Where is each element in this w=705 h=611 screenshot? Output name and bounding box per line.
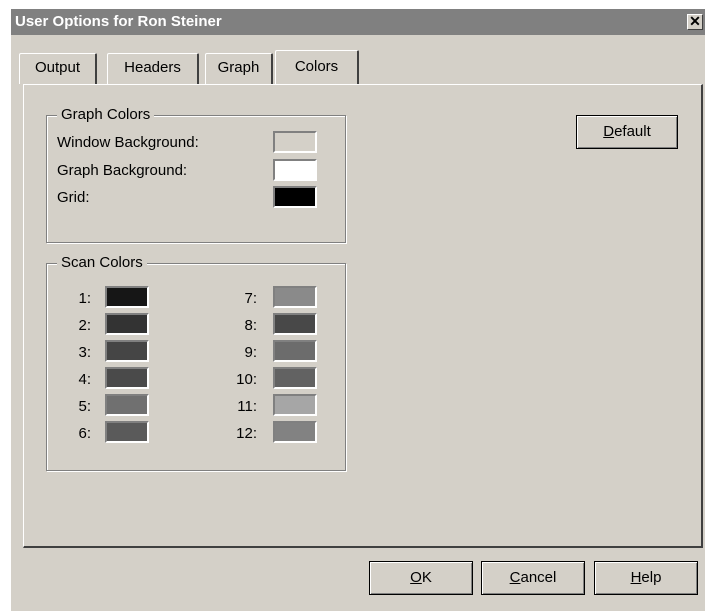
help-button[interactable]: Help [594, 561, 698, 595]
help-hotkey: H [630, 569, 642, 586]
title-bar[interactable]: User Options for Ron Steiner [11, 9, 705, 35]
window-background-label: Window Background: [57, 134, 199, 151]
scan-color-7-swatch[interactable] [273, 286, 317, 308]
cancel-button[interactable]: Cancel [481, 561, 585, 595]
graph-background-label: Graph Background: [57, 162, 188, 179]
tab-colors[interactable]: Colors [275, 50, 359, 84]
default-hotkey: D [603, 123, 615, 140]
default-label-rest: efault [614, 123, 651, 140]
window-title: User Options for Ron Steiner [15, 13, 222, 30]
tab-headers[interactable]: Headers [107, 53, 199, 84]
scan-color-10-swatch[interactable] [273, 367, 317, 389]
window-background-swatch[interactable] [273, 131, 317, 153]
cancel-hotkey: C [509, 569, 521, 586]
scan-color-9-swatch[interactable] [273, 340, 317, 362]
grid-swatch[interactable] [273, 186, 317, 208]
ok-button[interactable]: OK [369, 561, 473, 595]
grid-label: Grid: [57, 189, 90, 206]
tab-label: Graph [217, 59, 260, 76]
ok-hotkey: O [410, 569, 422, 586]
scan-color-2-label: 2: [78, 317, 91, 334]
scan-color-1-swatch[interactable] [105, 286, 149, 308]
scan-color-4-swatch[interactable] [105, 367, 149, 389]
tab-label: Output [34, 59, 81, 76]
scan-color-12-label: 12: [236, 425, 257, 442]
help-label-rest: elp [641, 569, 662, 586]
tab-label: Colors [294, 58, 339, 75]
scan-colors-legend: Scan Colors [57, 254, 147, 272]
colors-panel: Graph Colors Window Background: Graph Ba… [23, 84, 703, 548]
scan-color-6-swatch[interactable] [105, 421, 149, 443]
user-options-dialog: User Options for Ron Steiner ✕ Output He… [10, 8, 705, 611]
scan-color-7-label: 7: [244, 290, 257, 307]
scan-color-3-swatch[interactable] [105, 340, 149, 362]
scan-color-9-label: 9: [244, 344, 257, 361]
scan-color-12-swatch[interactable] [273, 421, 317, 443]
scan-color-3-label: 3: [78, 344, 91, 361]
scan-color-2-swatch[interactable] [105, 313, 149, 335]
tab-graph[interactable]: Graph [205, 53, 273, 84]
graph-colors-legend: Graph Colors [57, 106, 155, 124]
scan-color-6-label: 6: [78, 425, 91, 442]
graph-background-swatch[interactable] [273, 159, 317, 181]
tab-output[interactable]: Output [19, 53, 97, 84]
scan-color-11-label: 11: [237, 398, 257, 415]
graph-colors-group: Graph Colors Window Background: Graph Ba… [46, 106, 346, 243]
default-button[interactable]: Default [576, 115, 678, 149]
scan-color-10-label: 10: [236, 371, 257, 388]
cancel-label-rest: ancel [520, 569, 557, 586]
scan-color-5-label: 5: [78, 398, 91, 415]
scan-color-4-label: 4: [78, 371, 91, 388]
scan-color-11-swatch[interactable] [273, 394, 317, 416]
scan-color-8-swatch[interactable] [273, 313, 317, 335]
scan-color-5-swatch[interactable] [105, 394, 149, 416]
scan-color-1-label: 1: [78, 290, 91, 307]
scan-colors-group: Scan Colors 1: 2: 3: 4: 5: 6: 7: 8: 9: 1… [46, 254, 346, 471]
tab-label: Headers [124, 59, 181, 76]
scan-color-8-label: 8: [244, 317, 257, 334]
ok-label-rest: K [421, 569, 432, 586]
close-icon[interactable]: ✕ [687, 14, 703, 30]
